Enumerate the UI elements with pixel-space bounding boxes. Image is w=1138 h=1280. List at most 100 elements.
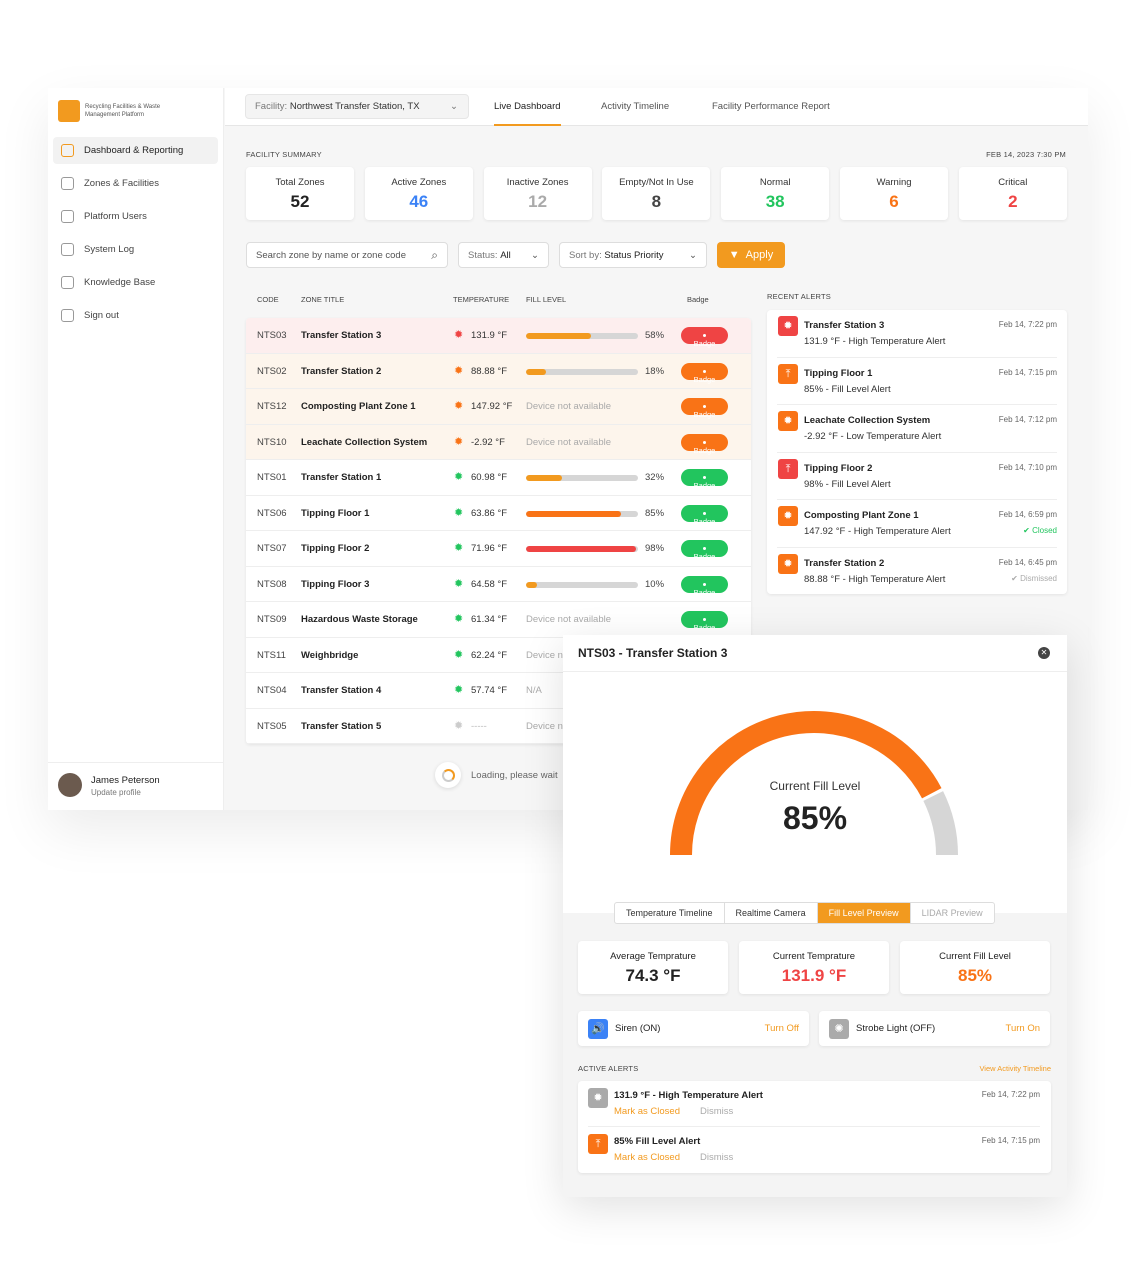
table-row[interactable]: NTS02 Transfer Station 2 ✹ 88.88 °F 18% Badge: [246, 353, 751, 389]
user-profile[interactable]: James Peterson Update profile: [48, 762, 224, 810]
fill-level-icon: ⤒: [778, 458, 798, 479]
active-alert-item: ⤒ 85% Fill Level Alert Feb 14, 7:15 pm Mark…: [588, 1127, 1040, 1173]
stat-value: 8: [651, 192, 662, 211]
dismiss-button[interactable]: Dismiss: [700, 1152, 733, 1163]
fill-level-bar: [526, 333, 638, 339]
col-code[interactable]: CODE: [257, 295, 279, 304]
apply-label: Apply: [745, 249, 774, 261]
table-row[interactable]: NTS10 Leachate Collection System ✹ -2.92 °F…: [246, 424, 751, 460]
alert-title: 131.9 °F - High Temperature Alert: [614, 1090, 763, 1101]
apply-button[interactable]: ▼ Apply: [717, 242, 785, 268]
sidebar-item-sign-out[interactable]: Sign out: [53, 302, 218, 329]
alert-time: Feb 14, 7:12 pm: [998, 415, 1057, 424]
toggle-button[interactable]: Turn Off: [765, 1023, 799, 1034]
status-badge: Badge: [681, 469, 728, 490]
sidebar-item-dashboard-reporting[interactable]: Dashboard & Reporting: [53, 137, 218, 164]
status-filter[interactable]: Status: All ⌄: [458, 242, 549, 268]
fill-unavailable: N/A: [526, 685, 542, 696]
sidebar-item-label: Zones & Facilities: [84, 178, 159, 189]
col-temperature[interactable]: TEMPERATURE: [453, 295, 509, 304]
alert-item[interactable]: ✹ Transfer Station 2 88.88 °F - High Tempe…: [777, 548, 1057, 596]
brand-name: Recycling Facilities & Waste Management …: [85, 104, 161, 118]
facility-label: Facility:: [255, 101, 288, 112]
status-badge: Badge: [681, 398, 728, 419]
alert-time: Feb 14, 7:15 pm: [998, 367, 1057, 377]
table-row[interactable]: NTS08 Tipping Floor 3 ✹ 64.58 °F 10% Badge: [246, 566, 751, 602]
log-search-icon: [61, 243, 74, 256]
chart-icon: [61, 144, 74, 157]
tab-activity-timeline[interactable]: Activity Timeline: [601, 88, 669, 126]
alert-item[interactable]: ✹ Leachate Collection System -2.92 °F - Lo…: [777, 405, 1057, 453]
stat-label: Average Temprature: [610, 951, 696, 962]
sign-out-icon: [61, 309, 74, 322]
alert-item[interactable]: ✹ Transfer Station 3 131.9 °F - High Tempe…: [777, 310, 1057, 358]
sidebar-item-system-log[interactable]: System Log: [53, 236, 218, 263]
sidebar-item-label: Knowledge Base: [84, 277, 156, 288]
alert-item[interactable]: ⤒ Tipping Floor 2 98% - Fill Level Alert Fe…: [777, 453, 1057, 500]
col-fill-level[interactable]: FILL LEVEL: [526, 295, 566, 304]
summary-datetime: FEB 14, 2023 7:30 PM: [986, 150, 1066, 159]
zone-temperature: -----: [471, 720, 487, 732]
stat-value: 46: [409, 192, 429, 211]
stat-value: 52: [290, 192, 310, 211]
table-row[interactable]: NTS07 Tipping Floor 2 ✹ 71.96 °F 98% Badge: [246, 531, 751, 567]
sidebar-item-knowledge-base[interactable]: Knowledge Base: [53, 269, 218, 296]
sidebar-item-zones-facilities[interactable]: Zones & Facilities: [53, 170, 218, 197]
table-row[interactable]: NTS12 Composting Plant Zone 1 ✹ 147.92 °F De…: [246, 389, 751, 425]
dismiss-button[interactable]: Dismiss: [700, 1106, 733, 1117]
toggle-button[interactable]: Turn On: [1006, 1023, 1041, 1034]
table-row[interactable]: NTS09 Hazardous Waste Storage ✹ 61.34 °F Dev…: [246, 602, 751, 638]
zone-temperature: 57.74 °F: [471, 685, 508, 696]
sort-select[interactable]: Sort by: Status Priority ⌄: [559, 242, 707, 268]
alert-title: Transfer Station 2: [804, 557, 885, 569]
col-zone-title[interactable]: ZONE TITLE: [301, 295, 344, 304]
tab-live-dashboard[interactable]: Live Dashboard: [494, 88, 561, 126]
search-icon: ⌕: [431, 247, 438, 262]
stat-label: Warning: [876, 177, 912, 188]
alert-time: Feb 14, 7:22 pm: [998, 320, 1057, 329]
mark-as-closed-button[interactable]: Mark as Closed: [614, 1152, 680, 1163]
temperature-icon: ✹: [454, 400, 464, 412]
badge-label: Badge: [693, 374, 716, 384]
sidebar-item-platform-users[interactable]: Platform Users: [53, 203, 218, 230]
zone-title: Weighbridge: [301, 649, 359, 661]
table-row[interactable]: NTS03 Transfer Station 3 ✹ 131.9 °F 58% Badge: [246, 318, 751, 354]
status-label: Status:: [468, 249, 498, 261]
panel-tab-lidar-preview[interactable]: LIDAR Preview: [911, 903, 994, 923]
fill-gauge: Current Fill Level 85%: [563, 672, 1067, 913]
status-badge: Badge: [681, 504, 728, 526]
chevron-down-icon: ⌄: [689, 249, 697, 261]
fill-percent: 98%: [645, 543, 665, 554]
panel-tab-temperature-timeline[interactable]: Temperature Timeline: [615, 903, 725, 923]
alert-title: Tipping Floor 2: [804, 462, 873, 474]
zone-code: NTS11: [257, 649, 286, 661]
alert-item[interactable]: ⤒ Tipping Floor 1 85% - Fill Level Alert Fe…: [777, 358, 1057, 405]
search-input[interactable]: Search zone by name or zone code ⌕: [246, 242, 448, 268]
zone-temperature: 64.58 °F: [471, 578, 508, 590]
avatar: [58, 773, 82, 797]
view-activity-timeline-link[interactable]: View Activity Timeline: [979, 1064, 1051, 1073]
facility-select[interactable]: Facility: Northwest Transfer Station, TX…: [245, 94, 469, 119]
panel-tab-fill-level-preview[interactable]: Fill Level Preview: [817, 903, 911, 923]
update-profile-link[interactable]: Update profile: [91, 788, 141, 797]
zone-temperature: 63.86 °F: [471, 507, 508, 519]
alert-desc: 98% - Fill Level Alert: [804, 478, 891, 490]
mark-as-closed-button[interactable]: Mark as Closed: [614, 1106, 680, 1117]
table-row[interactable]: NTS01 Transfer Station 1 ✹ 60.98 °F 32% Badge: [246, 460, 751, 496]
table-row[interactable]: NTS06 Tipping Floor 1 ✹ 63.86 °F 85% Badge: [246, 495, 751, 531]
panel-tab-realtime-camera[interactable]: Realtime Camera: [725, 903, 818, 923]
col-badge[interactable]: Badge: [687, 295, 709, 304]
fill-percent: 18%: [645, 365, 665, 377]
panel-stat-card: Current Temprature 131.9 °F: [739, 941, 889, 994]
active-alerts-list: ✹ 131.9 °F - High Temperature Alert Feb 14…: [578, 1081, 1051, 1173]
speaker-icon: 🔊: [588, 1018, 608, 1039]
temperature-icon: ✹: [454, 435, 464, 448]
fill-level-icon: ⤒: [588, 1134, 608, 1154]
alert-item[interactable]: ✹ Composting Plant Zone 1 147.92 °F - High…: [777, 500, 1057, 548]
close-icon[interactable]: ✕: [1038, 647, 1050, 659]
badge-label: Badge: [693, 516, 716, 526]
alert-title: Composting Plant Zone 1: [804, 510, 919, 521]
stat-card: Normal 38: [721, 167, 830, 220]
zone-temperature: 62.24 °F: [471, 649, 508, 661]
tab-facility-performance-report[interactable]: Facility Performance Report: [712, 88, 830, 126]
